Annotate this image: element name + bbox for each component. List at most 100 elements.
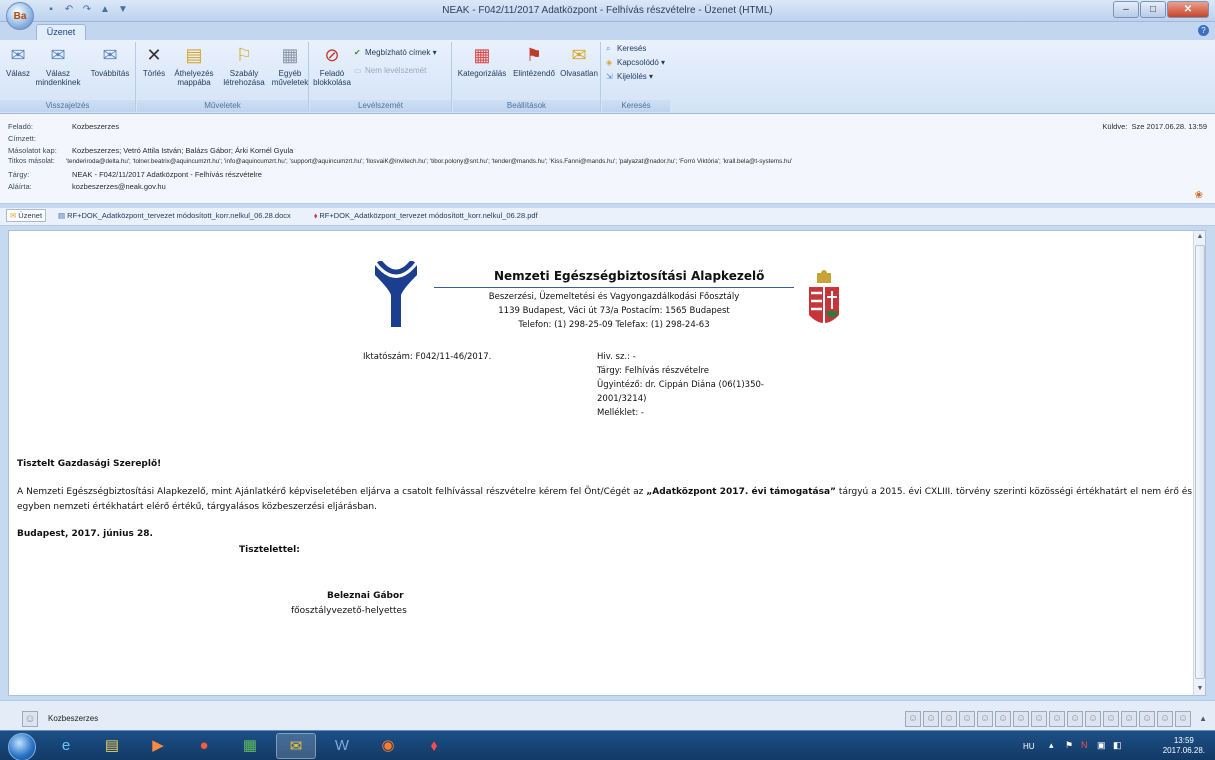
expand-people-pane-icon[interactable]: ▲ [1199, 714, 1207, 723]
signature-ribbon-icon[interactable]: ❀ [1195, 190, 1203, 201]
office-button[interactable]: Ba [6, 2, 34, 30]
window-controls: – □ ✕ [1113, 1, 1209, 18]
ribbon-group-junk: ⊘ Feladó blokkolása ✔ Megbízható címek ▾ ▭… [310, 42, 452, 112]
contact-avatar[interactable]: ☺ [1013, 711, 1029, 727]
contact-avatar[interactable]: ☺ [1085, 711, 1101, 727]
scroll-thumb[interactable] [1195, 245, 1205, 679]
other-actions-icon: ▦ [281, 45, 299, 65]
scroll-down-arrow[interactable]: ▼ [1194, 683, 1206, 695]
to-row: Címzett: [8, 134, 36, 143]
ugyintezo-line-1: Ügyintéző: dr. Cippán Diána (06(1)350- [597, 380, 764, 390]
contact-avatar[interactable]: ☺ [1139, 711, 1155, 727]
start-button[interactable] [8, 733, 36, 760]
acrobat-icon[interactable]: ⬧ [414, 733, 454, 759]
contact-avatar[interactable]: ☺ [1031, 711, 1047, 727]
contact-avatar[interactable]: ☺ [977, 711, 993, 727]
language-indicator[interactable]: HU [1023, 742, 1035, 751]
people-pane: ☺ Kozbeszerzes ☺ ☺ ☺ ☺ ☺ ☺ ☺ ☺ ☺ ☺ ☺ ☺ ☺ ☺ ☺ ☺ ▲ [0, 700, 1215, 730]
melleklet: Melléklet: - [597, 408, 644, 418]
file-explorer-icon[interactable]: ▤ [92, 733, 132, 759]
contact-avatar[interactable]: ☺ [959, 711, 975, 727]
bcc-value[interactable]: 'tenderiroda@delta.hu'; 'tolner.beatrix@… [66, 158, 792, 165]
contact-avatar[interactable]: ☺ [1067, 711, 1083, 727]
action-center-flag-icon[interactable]: ⚑ [1065, 740, 1073, 751]
related-button[interactable]: ◈ Kapcsolódó ▾ [606, 58, 665, 67]
word-doc-icon: ▤ [58, 211, 66, 220]
related-icon: ◈ [606, 58, 613, 67]
vertical-scrollbar[interactable]: ▲ ▼ [1193, 231, 1205, 695]
chrome-icon[interactable]: ● [184, 733, 224, 759]
volume-icon[interactable]: ◧ [1113, 740, 1122, 751]
antivirus-icon[interactable]: N [1081, 740, 1088, 750]
show-hidden-icons-icon[interactable]: ▴ [1049, 740, 1054, 751]
place-date: Budapest, 2017. június 28. [17, 529, 153, 539]
ugyintezo-line-2: 2001/3214) [597, 394, 647, 404]
cc-value[interactable]: Kozbeszerzes; Vetró Attila István; Baláz… [72, 146, 293, 155]
contact-avatar[interactable]: ☺ [1103, 711, 1119, 727]
mark-unread-button[interactable]: ✉ Olvasatlan [557, 44, 601, 78]
firefox-icon[interactable]: ◉ [368, 733, 408, 759]
reply-button[interactable]: ✉ Válasz [4, 44, 32, 78]
envelope-icon: ✉ [10, 211, 17, 220]
reply-all-button[interactable]: ✉ Válasz mindenkinek [34, 44, 82, 87]
delete-button[interactable]: ✕ Törlés [139, 44, 169, 78]
subject-value: NEAK - F042/11/2017 Adatközpont - Felhív… [72, 170, 262, 179]
targy: Tárgy: Felhívás részvételre [597, 366, 709, 376]
avatar[interactable]: ☺ [22, 711, 38, 727]
safe-lists-button[interactable]: ✔ Megbízható címek ▾ [354, 48, 437, 57]
greeting: Tisztelt Gazdasági Szereplő! [17, 459, 162, 469]
contact-avatar[interactable]: ☺ [995, 711, 1011, 727]
other-actions-button[interactable]: ▦ Egyéb műveletek [271, 44, 309, 87]
people-pane-name[interactable]: Kozbeszerzes [48, 714, 98, 723]
network-icon[interactable]: ▣ [1097, 740, 1106, 751]
signer-name: Beleznai Gábor [327, 591, 404, 601]
office-logo: Ba [13, 10, 27, 22]
group-label: Levélszemét [310, 100, 451, 112]
contact-avatar[interactable]: ☺ [1175, 711, 1191, 727]
from-row: Feladó: Kozbeszerzes [8, 122, 120, 131]
media-player-icon[interactable]: ▶ [138, 733, 178, 759]
maximize-button[interactable]: □ [1140, 1, 1166, 18]
attachment-docx[interactable]: ▤ RF+DOK_Adatközpont_tervezet módosított_… [58, 211, 291, 220]
contact-avatar[interactable]: ☺ [1157, 711, 1173, 727]
contact-avatar[interactable]: ☺ [941, 711, 957, 727]
attachment-bar: ✉ Üzenet ▤ RF+DOK_Adatközpont_tervezet mód… [0, 208, 1215, 226]
binoculars-icon: ⌕ [606, 44, 611, 53]
ribbon-group-respond: ✉ Válasz ✉ Válasz mindenkinek ✉ Továbbítás … [0, 42, 136, 112]
contact-avatar[interactable]: ☺ [905, 711, 921, 727]
select-button[interactable]: ⇲ Kijelölés ▾ [606, 72, 653, 81]
rules-button[interactable]: ⚐ Szabály létrehozása [219, 44, 269, 87]
sent-date: Küldve: Sze 2017.06.28. 13:59 [1102, 122, 1207, 131]
scroll-up-arrow[interactable]: ▲ [1194, 231, 1206, 243]
categorize-button[interactable]: ▦ Kategorizálás [455, 44, 509, 78]
from-value[interactable]: Kozbeszerzes [72, 122, 119, 131]
follow-up-button[interactable]: ⚑ Elintézendő [511, 44, 557, 78]
contact-avatar[interactable]: ☺ [1121, 711, 1137, 727]
reply-all-icon: ✉ [50, 45, 66, 65]
categorize-icon: ▦ [473, 45, 491, 65]
letter-paragraph: A Nemzeti Egészségbiztosítási Alapkezelő… [17, 487, 1193, 512]
close-button[interactable]: ✕ [1167, 1, 1209, 18]
iktatoszam: Iktatószám: F042/11-46/2017. [363, 352, 492, 362]
not-junk-button[interactable]: ▭ Nem levélszemét [354, 66, 426, 75]
move-button[interactable]: ▤ Áthelyezés mappába [171, 44, 217, 87]
internet-explorer-icon[interactable]: e [46, 733, 86, 759]
tab-message[interactable]: Üzenet [36, 24, 86, 40]
excel-icon[interactable]: ▦ [230, 733, 270, 759]
block-sender-button[interactable]: ⊘ Feladó blokkolása [312, 44, 352, 87]
contact-avatar[interactable]: ☺ [923, 711, 939, 727]
outlook-icon[interactable]: ✉ [276, 733, 316, 759]
help-icon[interactable]: ? [1198, 25, 1209, 36]
group-label: Műveletek [137, 100, 308, 112]
find-button[interactable]: ⌕ Keresés [606, 44, 646, 54]
signer-title: főosztályvezető-helyettes [291, 606, 407, 616]
attachment-pdf[interactable]: ⬧ RF+DOK_Adatközpont_tervezet módosított_… [314, 211, 538, 221]
word-icon[interactable]: W [322, 733, 362, 759]
forward-button[interactable]: ✉ Továbbítás [88, 44, 132, 78]
message-tab[interactable]: ✉ Üzenet [6, 209, 47, 222]
subject-row: Tárgy: NEAK - F042/11/2017 Adatközpont - … [8, 170, 262, 179]
signed-value[interactable]: kozbeszerzes@neak.gov.hu [72, 182, 166, 191]
minimize-button[interactable]: – [1113, 1, 1139, 18]
clock[interactable]: 13:59 2017.06.28. [1163, 736, 1205, 756]
contact-avatar[interactable]: ☺ [1049, 711, 1065, 727]
